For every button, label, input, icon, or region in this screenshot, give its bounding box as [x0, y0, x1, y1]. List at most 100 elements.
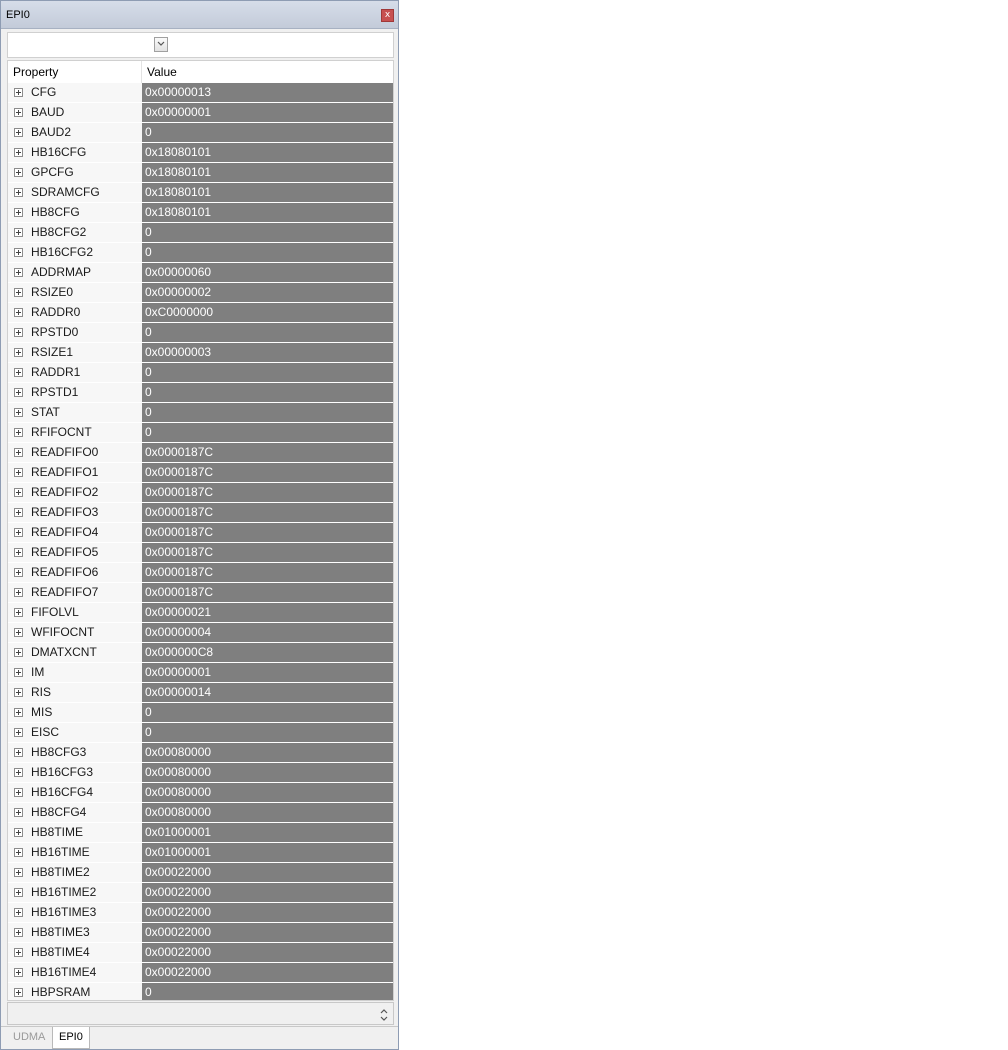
property-row[interactable]: HB16TIME 0x01000001 [8, 843, 393, 863]
property-value-cell[interactable]: 0x18080101 [142, 183, 393, 203]
property-value-cell[interactable]: 0x01000001 [142, 823, 393, 843]
property-name-cell[interactable]: HB8CFG2 [8, 223, 142, 243]
property-name-cell[interactable]: READFIFO4 [8, 523, 142, 543]
property-row[interactable]: READFIFO3 0x0000187C [8, 503, 393, 523]
property-name-cell[interactable]: RPSTD1 [8, 383, 142, 403]
property-row[interactable]: BAUD 0x00000001 [8, 103, 393, 123]
property-name-cell[interactable]: RSIZE1 [8, 343, 142, 363]
expand-plus-icon[interactable] [14, 808, 23, 817]
object-selector-dropdown-button[interactable] [154, 37, 168, 52]
property-value-cell[interactable]: 0x00000003 [142, 343, 393, 363]
property-name-cell[interactable]: HB16TIME [8, 843, 142, 863]
property-value-cell[interactable]: 0 [142, 423, 393, 443]
property-row[interactable]: READFIFO2 0x0000187C [8, 483, 393, 503]
column-header-property[interactable]: Property [8, 61, 142, 83]
property-value-cell[interactable]: 0x00022000 [142, 903, 393, 923]
object-selector[interactable] [7, 32, 394, 58]
property-value-cell[interactable]: 0 [142, 703, 393, 723]
property-value-cell[interactable]: 0 [142, 323, 393, 343]
property-row[interactable]: HB8CFG 0x18080101 [8, 203, 393, 223]
expand-plus-icon[interactable] [14, 208, 23, 217]
property-name-cell[interactable]: RFIFOCNT [8, 423, 142, 443]
expand-plus-icon[interactable] [14, 448, 23, 457]
property-value-cell[interactable]: 0x00000002 [142, 283, 393, 303]
property-row[interactable]: RSIZE0 0x00000002 [8, 283, 393, 303]
property-name-cell[interactable]: READFIFO6 [8, 563, 142, 583]
property-row[interactable]: BAUD2 0 [8, 123, 393, 143]
property-value-cell[interactable]: 0x0000187C [142, 543, 393, 563]
expand-plus-icon[interactable] [14, 388, 23, 397]
property-row[interactable]: CFG 0x00000013 [8, 83, 393, 103]
property-value-cell[interactable]: 0x0000187C [142, 523, 393, 543]
expand-plus-icon[interactable] [14, 788, 23, 797]
property-name-cell[interactable]: HB16CFG3 [8, 763, 142, 783]
property-row[interactable]: HB8CFG2 0 [8, 223, 393, 243]
property-value-cell[interactable]: 0 [142, 243, 393, 263]
property-value-cell[interactable]: 0x18080101 [142, 143, 393, 163]
property-row[interactable]: ADDRMAP 0x00000060 [8, 263, 393, 283]
expand-plus-icon[interactable] [14, 628, 23, 637]
property-value-cell[interactable]: 0x00000013 [142, 83, 393, 103]
property-row[interactable]: HB8TIME4 0x00022000 [8, 943, 393, 963]
expand-plus-icon[interactable] [14, 188, 23, 197]
property-name-cell[interactable]: BAUD2 [8, 123, 142, 143]
property-value-cell[interactable]: 0x00022000 [142, 943, 393, 963]
property-name-cell[interactable]: STAT [8, 403, 142, 423]
property-row[interactable]: FIFOLVL 0x00000021 [8, 603, 393, 623]
property-row[interactable]: HB8CFG3 0x00080000 [8, 743, 393, 763]
expand-plus-icon[interactable] [14, 88, 23, 97]
property-value-cell[interactable]: 0x0000187C [142, 483, 393, 503]
property-name-cell[interactable]: RSIZE0 [8, 283, 142, 303]
expand-plus-icon[interactable] [14, 948, 23, 957]
property-row[interactable]: RFIFOCNT 0 [8, 423, 393, 443]
tab-udma[interactable]: UDMA [7, 1027, 51, 1049]
expand-plus-icon[interactable] [14, 468, 23, 477]
expand-plus-icon[interactable] [14, 728, 23, 737]
property-name-cell[interactable]: HB8TIME3 [8, 923, 142, 943]
property-value-cell[interactable]: 0x00000004 [142, 623, 393, 643]
property-name-cell[interactable]: MIS [8, 703, 142, 723]
property-row[interactable]: RADDR0 0xC0000000 [8, 303, 393, 323]
column-header-value[interactable]: Value [142, 61, 393, 83]
property-value-cell[interactable]: 0x0000187C [142, 563, 393, 583]
property-row[interactable]: MIS 0 [8, 703, 393, 723]
property-row[interactable]: RIS 0x00000014 [8, 683, 393, 703]
property-name-cell[interactable]: HBPSRAM [8, 983, 142, 1000]
expand-plus-icon[interactable] [14, 768, 23, 777]
property-value-cell[interactable]: 0x00080000 [142, 803, 393, 823]
expand-plus-icon[interactable] [14, 308, 23, 317]
property-name-cell[interactable]: HB8CFG [8, 203, 142, 223]
expand-plus-icon[interactable] [14, 828, 23, 837]
property-name-cell[interactable]: READFIFO7 [8, 583, 142, 603]
property-value-cell[interactable]: 0 [142, 383, 393, 403]
expand-plus-icon[interactable] [14, 248, 23, 257]
expand-plus-icon[interactable] [14, 488, 23, 497]
property-value-cell[interactable]: 0x00080000 [142, 743, 393, 763]
property-name-cell[interactable]: HB16TIME4 [8, 963, 142, 983]
expand-plus-icon[interactable] [14, 668, 23, 677]
property-value-cell[interactable]: 0x0000187C [142, 503, 393, 523]
property-value-cell[interactable]: 0 [142, 403, 393, 423]
property-name-cell[interactable]: HB16CFG [8, 143, 142, 163]
property-value-cell[interactable]: 0x00022000 [142, 863, 393, 883]
property-row[interactable]: HB8TIME3 0x00022000 [8, 923, 393, 943]
property-row[interactable]: READFIFO1 0x0000187C [8, 463, 393, 483]
expand-plus-icon[interactable] [14, 408, 23, 417]
property-row[interactable]: HB16CFG3 0x00080000 [8, 763, 393, 783]
property-row[interactable]: HB16TIME4 0x00022000 [8, 963, 393, 983]
property-row[interactable]: HBPSRAM 0 [8, 983, 393, 1000]
property-row[interactable]: READFIFO6 0x0000187C [8, 563, 393, 583]
expand-plus-icon[interactable] [14, 108, 23, 117]
property-row[interactable]: HB8TIME2 0x00022000 [8, 863, 393, 883]
property-name-cell[interactable]: HB16CFG2 [8, 243, 142, 263]
property-name-cell[interactable]: READFIFO5 [8, 543, 142, 563]
property-value-cell[interactable]: 0x00000001 [142, 103, 393, 123]
property-name-cell[interactable]: ADDRMAP [8, 263, 142, 283]
property-row[interactable]: RSIZE1 0x00000003 [8, 343, 393, 363]
property-value-cell[interactable]: 0x00000014 [142, 683, 393, 703]
tab-epi0[interactable]: EPI0 [52, 1027, 90, 1049]
expand-plus-icon[interactable] [14, 988, 23, 997]
property-row[interactable]: HB16TIME2 0x00022000 [8, 883, 393, 903]
property-row[interactable]: RADDR1 0 [8, 363, 393, 383]
property-name-cell[interactable]: SDRAMCFG [8, 183, 142, 203]
